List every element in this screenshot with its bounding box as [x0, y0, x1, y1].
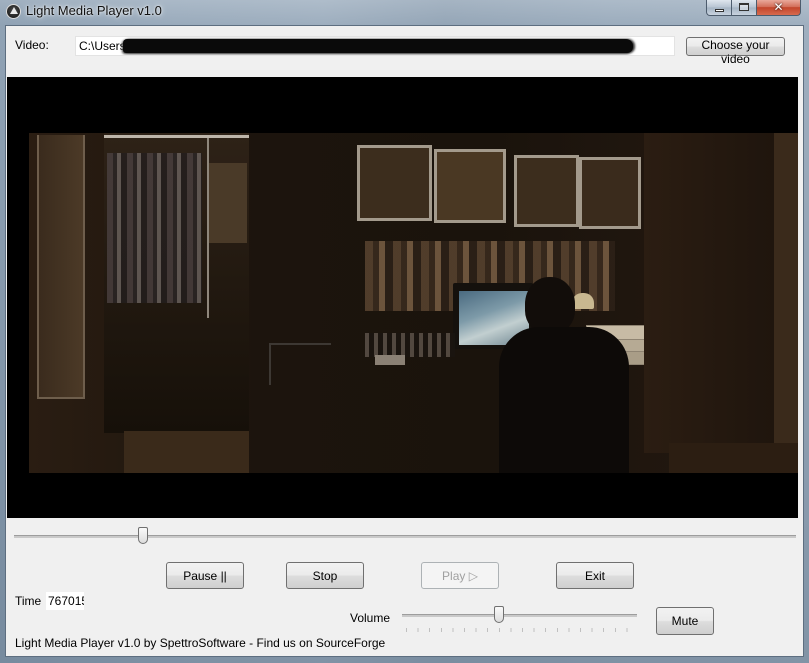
window-title: Light Media Player v1.0: [26, 3, 162, 18]
video-label: Video:: [15, 38, 49, 52]
app-logo-icon[interactable]: [6, 4, 21, 19]
minimize-button[interactable]: [706, 0, 732, 16]
stop-button[interactable]: Stop: [286, 562, 364, 589]
play-button[interactable]: Play ▷: [421, 562, 499, 589]
time-value-field[interactable]: 767015: [45, 591, 85, 611]
mute-button[interactable]: Mute: [656, 607, 714, 635]
video-path-value: C:\Users\: [79, 39, 130, 53]
video-path-input[interactable]: C:\Users\: [75, 36, 675, 56]
choose-video-button[interactable]: Choose your video: [686, 37, 785, 66]
maximize-button[interactable]: [732, 0, 757, 16]
video-frame: [29, 133, 798, 473]
pause-button[interactable]: Pause ||: [166, 562, 244, 589]
volume-label: Volume: [350, 611, 391, 625]
exit-button[interactable]: Exit: [556, 562, 634, 589]
status-text: Light Media Player v1.0 by SpettroSoftwa…: [15, 636, 386, 650]
video-display[interactable]: [7, 77, 798, 518]
minimize-icon: [715, 9, 724, 12]
seek-slider[interactable]: [14, 526, 796, 546]
app-window: Light Media Player v1.0 ✕ Video: C:\User…: [0, 0, 809, 663]
time-label: Time: [15, 594, 42, 608]
seek-thumb[interactable]: [138, 527, 148, 544]
client-area: Video: C:\Users\ Choose your video Pause…: [5, 25, 804, 657]
volume-track[interactable]: [402, 614, 637, 617]
close-button[interactable]: ✕: [757, 0, 801, 16]
maximize-icon: [739, 3, 749, 11]
volume-slider[interactable]: [402, 606, 637, 636]
title-bar[interactable]: Light Media Player v1.0 ✕: [0, 0, 809, 22]
close-icon: ✕: [773, 0, 784, 14]
volume-thumb[interactable]: [494, 606, 504, 623]
seek-track[interactable]: [14, 535, 796, 538]
path-redaction: [123, 39, 633, 53]
volume-tick-marks: [406, 628, 634, 632]
caption-buttons: ✕: [706, 0, 801, 17]
